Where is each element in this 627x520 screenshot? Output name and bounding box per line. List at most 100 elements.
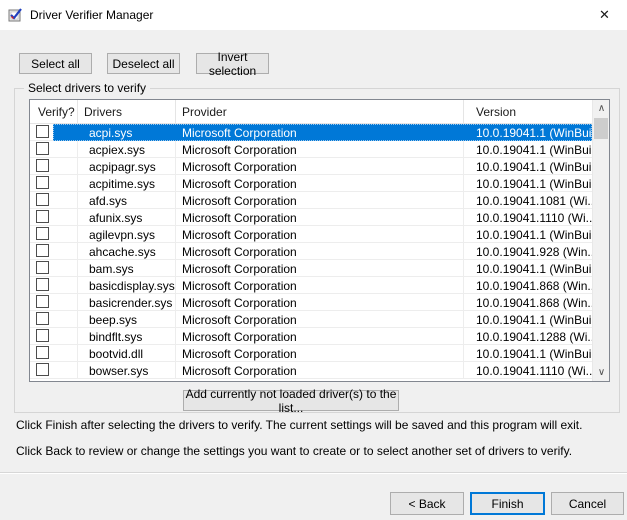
table-row[interactable]: basicdisplay.sys Microsoft Corporation 1… (30, 277, 592, 294)
driver-verifier-icon (8, 7, 24, 23)
scroll-down-icon[interactable]: ∨ (593, 364, 610, 381)
table-row[interactable]: bowser.sys Microsoft Corporation 10.0.19… (30, 362, 592, 379)
table-row[interactable]: beep.sys Microsoft Corporation 10.0.1904… (30, 311, 592, 328)
table-row[interactable]: afd.sys Microsoft Corporation 10.0.19041… (30, 192, 592, 209)
verify-checkbox[interactable] (36, 363, 49, 376)
column-header-verify[interactable]: Verify? (30, 100, 78, 123)
table-row[interactable]: acpitime.sys Microsoft Corporation 10.0.… (30, 175, 592, 192)
driver-name-cell: beep.sys (53, 313, 176, 327)
table-row[interactable]: agilevpn.sys Microsoft Corporation 10.0.… (30, 226, 592, 243)
provider-cell: Microsoft Corporation (176, 296, 464, 310)
version-cell: 10.0.19041.1288 (Wi... (464, 330, 592, 344)
provider-cell: Microsoft Corporation (176, 313, 464, 327)
close-button[interactable]: ✕ (582, 0, 627, 30)
driver-name-cell: acpiex.sys (53, 143, 176, 157)
table-row[interactable]: bootvid.dll Microsoft Corporation 10.0.1… (30, 345, 592, 362)
driver-name-cell: acpipagr.sys (53, 160, 176, 174)
version-cell: 10.0.19041.1 (WinBui... (464, 313, 592, 327)
driver-name-cell: bowser.sys (53, 364, 176, 378)
finish-instruction-text: Click Finish after selecting the drivers… (16, 418, 582, 432)
back-button[interactable]: < Back (390, 492, 464, 515)
provider-cell: Microsoft Corporation (176, 279, 464, 293)
table-row[interactable]: basicrender.sys Microsoft Corporation 10… (30, 294, 592, 311)
provider-cell: Microsoft Corporation (176, 228, 464, 242)
provider-cell: Microsoft Corporation (176, 177, 464, 191)
driver-name-cell: basicrender.sys (53, 296, 176, 310)
verify-checkbox[interactable] (36, 278, 49, 291)
verify-checkbox[interactable] (36, 176, 49, 189)
scroll-up-icon[interactable]: ∧ (593, 100, 610, 117)
version-cell: 10.0.19041.1 (WinBui... (464, 126, 592, 140)
provider-cell: Microsoft Corporation (176, 364, 464, 378)
column-header-version[interactable]: Version (464, 100, 592, 123)
table-row[interactable]: acpiex.sys Microsoft Corporation 10.0.19… (30, 141, 592, 158)
window-title: Driver Verifier Manager (30, 8, 153, 22)
cancel-button[interactable]: Cancel (551, 492, 624, 515)
invert-selection-button[interactable]: Invert selection (196, 53, 269, 74)
version-cell: 10.0.19041.868 (Win... (464, 279, 592, 293)
version-cell: 10.0.19041.868 (Win... (464, 296, 592, 310)
table-row[interactable]: bindflt.sys Microsoft Corporation 10.0.1… (30, 328, 592, 345)
verify-checkbox[interactable] (36, 329, 49, 342)
deselect-all-button[interactable]: Deselect all (107, 53, 180, 74)
table-row[interactable]: ahcache.sys Microsoft Corporation 10.0.1… (30, 243, 592, 260)
add-not-loaded-drivers-button[interactable]: Add currently not loaded driver(s) to th… (183, 390, 399, 411)
select-all-button[interactable]: Select all (19, 53, 92, 74)
verify-checkbox[interactable] (36, 244, 49, 257)
provider-cell: Microsoft Corporation (176, 245, 464, 259)
verify-checkbox[interactable] (36, 210, 49, 223)
verify-checkbox[interactable] (36, 159, 49, 172)
list-header: Verify? Drivers Provider Version (30, 100, 592, 124)
provider-cell: Microsoft Corporation (176, 330, 464, 344)
verify-checkbox[interactable] (36, 295, 49, 308)
back-instruction-text: Click Back to review or change the setti… (16, 444, 572, 458)
driver-name-cell: agilevpn.sys (53, 228, 176, 242)
footer-divider (0, 472, 627, 474)
column-header-drivers[interactable]: Drivers (78, 100, 176, 123)
version-cell: 10.0.19041.1 (WinBui... (464, 160, 592, 174)
verify-checkbox[interactable] (36, 261, 49, 274)
verify-checkbox[interactable] (36, 312, 49, 325)
groupbox-label: Select drivers to verify (24, 81, 150, 95)
list-rows: acpi.sys Microsoft Corporation 10.0.1904… (30, 124, 592, 381)
table-row[interactable]: acpipagr.sys Microsoft Corporation 10.0.… (30, 158, 592, 175)
column-header-provider[interactable]: Provider (176, 100, 464, 123)
driver-name-cell: acpi.sys (53, 126, 176, 140)
provider-cell: Microsoft Corporation (176, 347, 464, 361)
table-row[interactable]: bam.sys Microsoft Corporation 10.0.19041… (30, 260, 592, 277)
driver-name-cell: afd.sys (53, 194, 176, 208)
driver-name-cell: bootvid.dll (53, 347, 176, 361)
version-cell: 10.0.19041.1110 (Wi... (464, 364, 592, 378)
table-row[interactable]: acpi.sys Microsoft Corporation 10.0.1904… (30, 124, 592, 141)
version-cell: 10.0.19041.1 (WinBui... (464, 143, 592, 157)
verify-checkbox[interactable] (36, 142, 49, 155)
table-row[interactable]: afunix.sys Microsoft Corporation 10.0.19… (30, 209, 592, 226)
vertical-scrollbar[interactable]: ∧ ∨ (592, 100, 609, 381)
title-bar: Driver Verifier Manager ✕ (0, 0, 627, 30)
select-drivers-groupbox: Select drivers to verify Verify? Drivers… (14, 88, 620, 413)
driver-name-cell: ahcache.sys (53, 245, 176, 259)
drivers-list: Verify? Drivers Provider Version acpi.sy… (29, 99, 610, 382)
driver-name-cell: bindflt.sys (53, 330, 176, 344)
version-cell: 10.0.19041.1 (WinBui... (464, 262, 592, 276)
provider-cell: Microsoft Corporation (176, 262, 464, 276)
finish-button[interactable]: Finish (470, 492, 545, 515)
verify-checkbox[interactable] (36, 227, 49, 240)
driver-name-cell: afunix.sys (53, 211, 176, 225)
provider-cell: Microsoft Corporation (176, 143, 464, 157)
version-cell: 10.0.19041.1 (WinBui... (464, 228, 592, 242)
verify-checkbox[interactable] (36, 346, 49, 359)
provider-cell: Microsoft Corporation (176, 194, 464, 208)
version-cell: 10.0.19041.928 (Win... (464, 245, 592, 259)
version-cell: 10.0.19041.1110 (Wi... (464, 211, 592, 225)
version-cell: 10.0.19041.1 (WinBui... (464, 347, 592, 361)
verify-checkbox[interactable] (36, 193, 49, 206)
version-cell: 10.0.19041.1 (WinBui... (464, 177, 592, 191)
scrollbar-thumb[interactable] (594, 118, 608, 139)
driver-name-cell: acpitime.sys (53, 177, 176, 191)
verify-checkbox[interactable] (36, 125, 49, 138)
version-cell: 10.0.19041.1081 (Wi... (464, 194, 592, 208)
driver-name-cell: basicdisplay.sys (53, 279, 176, 293)
provider-cell: Microsoft Corporation (176, 160, 464, 174)
provider-cell: Microsoft Corporation (176, 211, 464, 225)
